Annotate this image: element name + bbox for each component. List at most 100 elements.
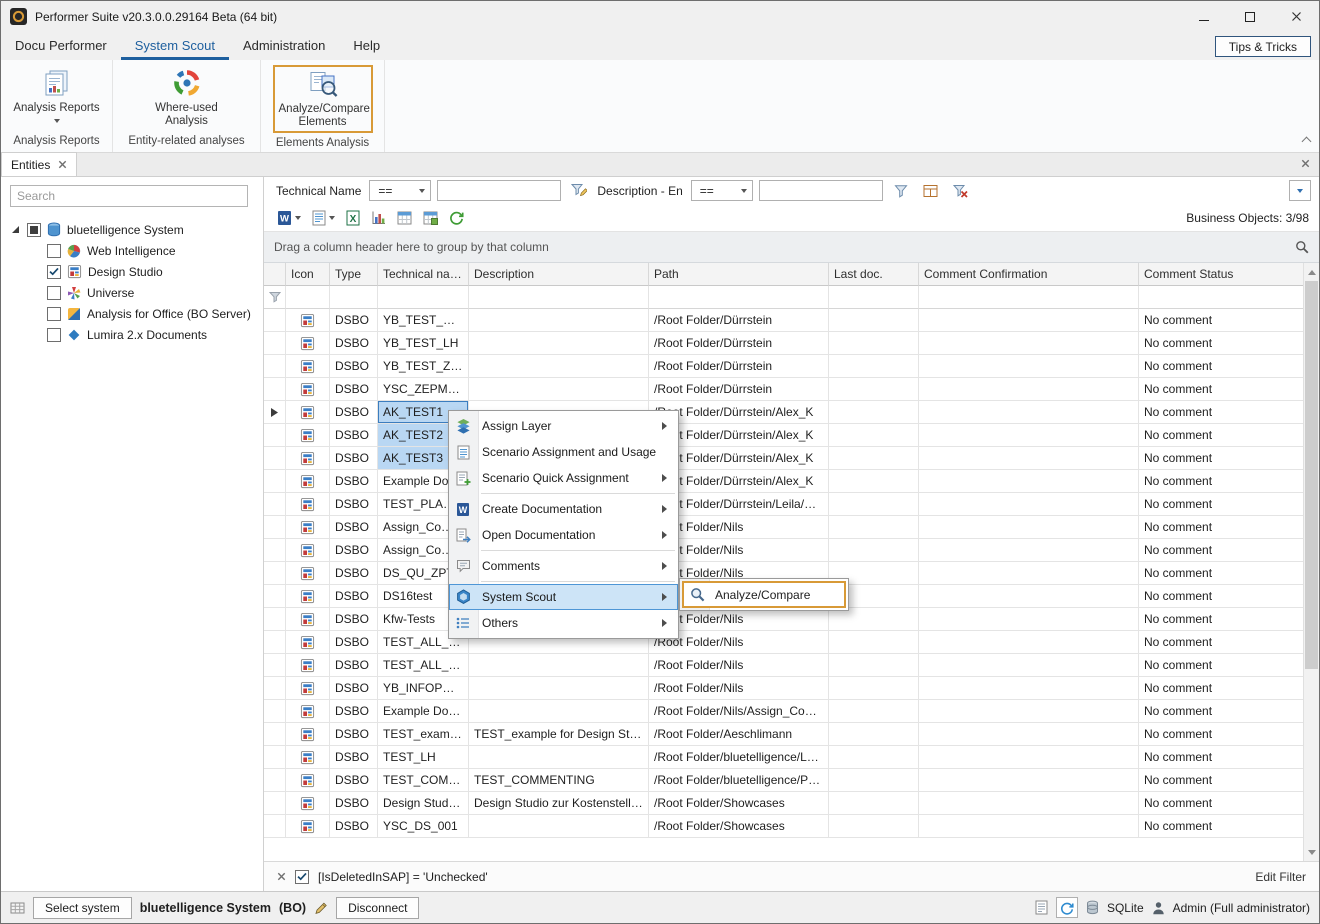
cell-comment-confirmation[interactable] (919, 723, 1139, 746)
create-documentation-button[interactable] (312, 210, 335, 226)
cell-icon[interactable] (286, 470, 330, 493)
cell-last-doc[interactable] (829, 654, 919, 677)
cell-icon[interactable] (286, 746, 330, 769)
cell-path[interactable]: /Root Folder/bluetelligence/Promo... (649, 769, 829, 792)
cell-last-doc[interactable] (829, 608, 919, 631)
cell-comment-confirmation[interactable] (919, 424, 1139, 447)
cell-comment-status[interactable]: No comment (1139, 585, 1303, 608)
column-header-technical-name[interactable]: Technical name (378, 263, 469, 286)
cell-icon[interactable] (286, 378, 330, 401)
tree-item-bluetelligence-system[interactable]: bluetelligence System (1, 219, 263, 240)
cell-last-doc[interactable] (829, 470, 919, 493)
filter-cell-description[interactable] (469, 286, 649, 309)
scrollbar-track[interactable] (1304, 279, 1319, 845)
cell-comment-confirmation[interactable] (919, 585, 1139, 608)
cell-last-doc[interactable] (829, 723, 919, 746)
cell-technical-name[interactable]: TEST_example (378, 723, 469, 746)
cell-comment-confirmation[interactable] (919, 332, 1139, 355)
edit-filter-button[interactable]: Edit Filter (1255, 870, 1306, 884)
cell-type[interactable]: DSBO (330, 654, 378, 677)
cell-technical-name[interactable]: YB_TEST_GRAPH (378, 309, 469, 332)
cell-icon[interactable] (286, 631, 330, 654)
cell-last-doc[interactable] (829, 401, 919, 424)
cell-comment-status[interactable]: No comment (1139, 539, 1303, 562)
table-row[interactable]: DSBOAK_TEST3/Root Folder/Dürrstein/Alex_… (264, 447, 1303, 470)
cell-path[interactable]: /Root Folder/Dürrstein (649, 332, 829, 355)
cell-comment-confirmation[interactable] (919, 378, 1139, 401)
collapse-ribbon-button[interactable] (1303, 138, 1310, 145)
cell-last-doc[interactable] (829, 746, 919, 769)
cell-last-doc[interactable] (829, 516, 919, 539)
cell-comment-status[interactable]: No comment (1139, 700, 1303, 723)
cell-path[interactable]: /Root Folder/Aeschlimann (649, 723, 829, 746)
cell-type[interactable]: DSBO (330, 332, 378, 355)
cell-type[interactable]: DSBO (330, 493, 378, 516)
cell-last-doc[interactable] (829, 493, 919, 516)
cell-icon[interactable] (286, 447, 330, 470)
tab-help[interactable]: Help (339, 33, 394, 60)
table-row[interactable]: DSBOTEST_exampleTEST_example for Design … (264, 723, 1303, 746)
cell-type[interactable]: DSBO (330, 792, 378, 815)
cell-comment-confirmation[interactable] (919, 792, 1139, 815)
cell-comment-status[interactable]: No comment (1139, 447, 1303, 470)
cell-comment-confirmation[interactable] (919, 470, 1139, 493)
cell-comment-confirmation[interactable] (919, 769, 1139, 792)
analyze-compare-elements-button[interactable]: Analyze/Compare Elements (273, 65, 373, 133)
remove-filter-icon[interactable] (277, 872, 286, 881)
vertical-scrollbar[interactable] (1303, 263, 1319, 861)
cell-icon[interactable] (286, 654, 330, 677)
menu-item-scenario-assignment-and-usage[interactable]: Scenario Assignment and Usage (449, 439, 678, 465)
menu-item-analyze-compare[interactable]: Analyze/Compare (682, 581, 846, 608)
cell-comment-status[interactable]: No comment (1139, 677, 1303, 700)
cell-technical-name[interactable]: TEST_LH (378, 746, 469, 769)
log-icon[interactable] (1035, 900, 1048, 915)
cell-comment-confirmation[interactable] (919, 608, 1139, 631)
menu-item-system-scout[interactable]: System Scout (449, 584, 678, 610)
checkbox[interactable] (47, 307, 61, 321)
export-excel-button[interactable]: X (346, 210, 360, 226)
cell-description[interactable] (469, 378, 649, 401)
close-button[interactable] (1273, 1, 1319, 32)
table-row[interactable]: DSBOTEST_COMME...TEST_COMMENTING/Root Fo… (264, 769, 1303, 792)
filter-expression[interactable]: [IsDeletedInSAP] = 'Unchecked' (318, 870, 488, 884)
cell-last-doc[interactable] (829, 378, 919, 401)
cell-description[interactable]: Design Studio zur Kostenstellenüb... (469, 792, 649, 815)
cell-comment-status[interactable]: No comment (1139, 654, 1303, 677)
cell-last-doc[interactable] (829, 700, 919, 723)
cell-last-doc[interactable] (829, 677, 919, 700)
cell-description[interactable]: TEST_example for Design Studio (469, 723, 649, 746)
cell-comment-confirmation[interactable] (919, 516, 1139, 539)
menu-item-assign-layer[interactable]: Assign Layer (449, 413, 678, 439)
column-header-last-doc[interactable]: Last doc. (829, 263, 919, 286)
cell-icon[interactable] (286, 539, 330, 562)
filter-cell-technical-name[interactable] (378, 286, 469, 309)
cell-comment-confirmation[interactable] (919, 539, 1139, 562)
cell-path[interactable]: /Root Folder/Dürrstein (649, 378, 829, 401)
search-icon[interactable] (1295, 240, 1309, 254)
filter-cell-comment-confirmation[interactable] (919, 286, 1139, 309)
column-header-comment-confirmation[interactable]: Comment Confirmation (919, 263, 1139, 286)
checkbox[interactable] (47, 328, 61, 342)
cell-last-doc[interactable] (829, 792, 919, 815)
cell-path[interactable]: /Root Folder/Nils/Assign_Commen... (649, 700, 829, 723)
cell-technical-name[interactable]: YSC_DS_001 (378, 815, 469, 838)
cell-comment-status[interactable]: No comment (1139, 631, 1303, 654)
where-used-analysis-button[interactable]: Where-used Analysis (137, 65, 237, 131)
cell-technical-name[interactable]: YB_INFOPROV... (378, 677, 469, 700)
table-row[interactable]: DSBOAssign_Comm.../Root Folder/NilsNo co… (264, 539, 1303, 562)
cell-comment-confirmation[interactable] (919, 493, 1139, 516)
table-row[interactable]: DSBOTEST_LH/Root Folder/bluetelligence/L… (264, 746, 1303, 769)
create-word-documentation-button[interactable]: W (277, 210, 301, 226)
table-row[interactable]: DSBOTEST_PLANN.../Root Folder/Dürrstein/… (264, 493, 1303, 516)
cell-comment-status[interactable]: No comment (1139, 562, 1303, 585)
cell-comment-status[interactable]: No comment (1139, 493, 1303, 516)
cell-description[interactable]: TEST_COMMENTING (469, 769, 649, 792)
cell-technical-name[interactable]: TEST_COMME... (378, 769, 469, 792)
cell-comment-status[interactable]: No comment (1139, 746, 1303, 769)
cell-type[interactable]: DSBO (330, 677, 378, 700)
cell-comment-confirmation[interactable] (919, 631, 1139, 654)
scroll-down-button[interactable] (1304, 845, 1319, 861)
filter-edit-button[interactable] (567, 180, 591, 202)
expand-filters-button[interactable] (1289, 180, 1311, 201)
cell-type[interactable]: DSBO (330, 401, 378, 424)
